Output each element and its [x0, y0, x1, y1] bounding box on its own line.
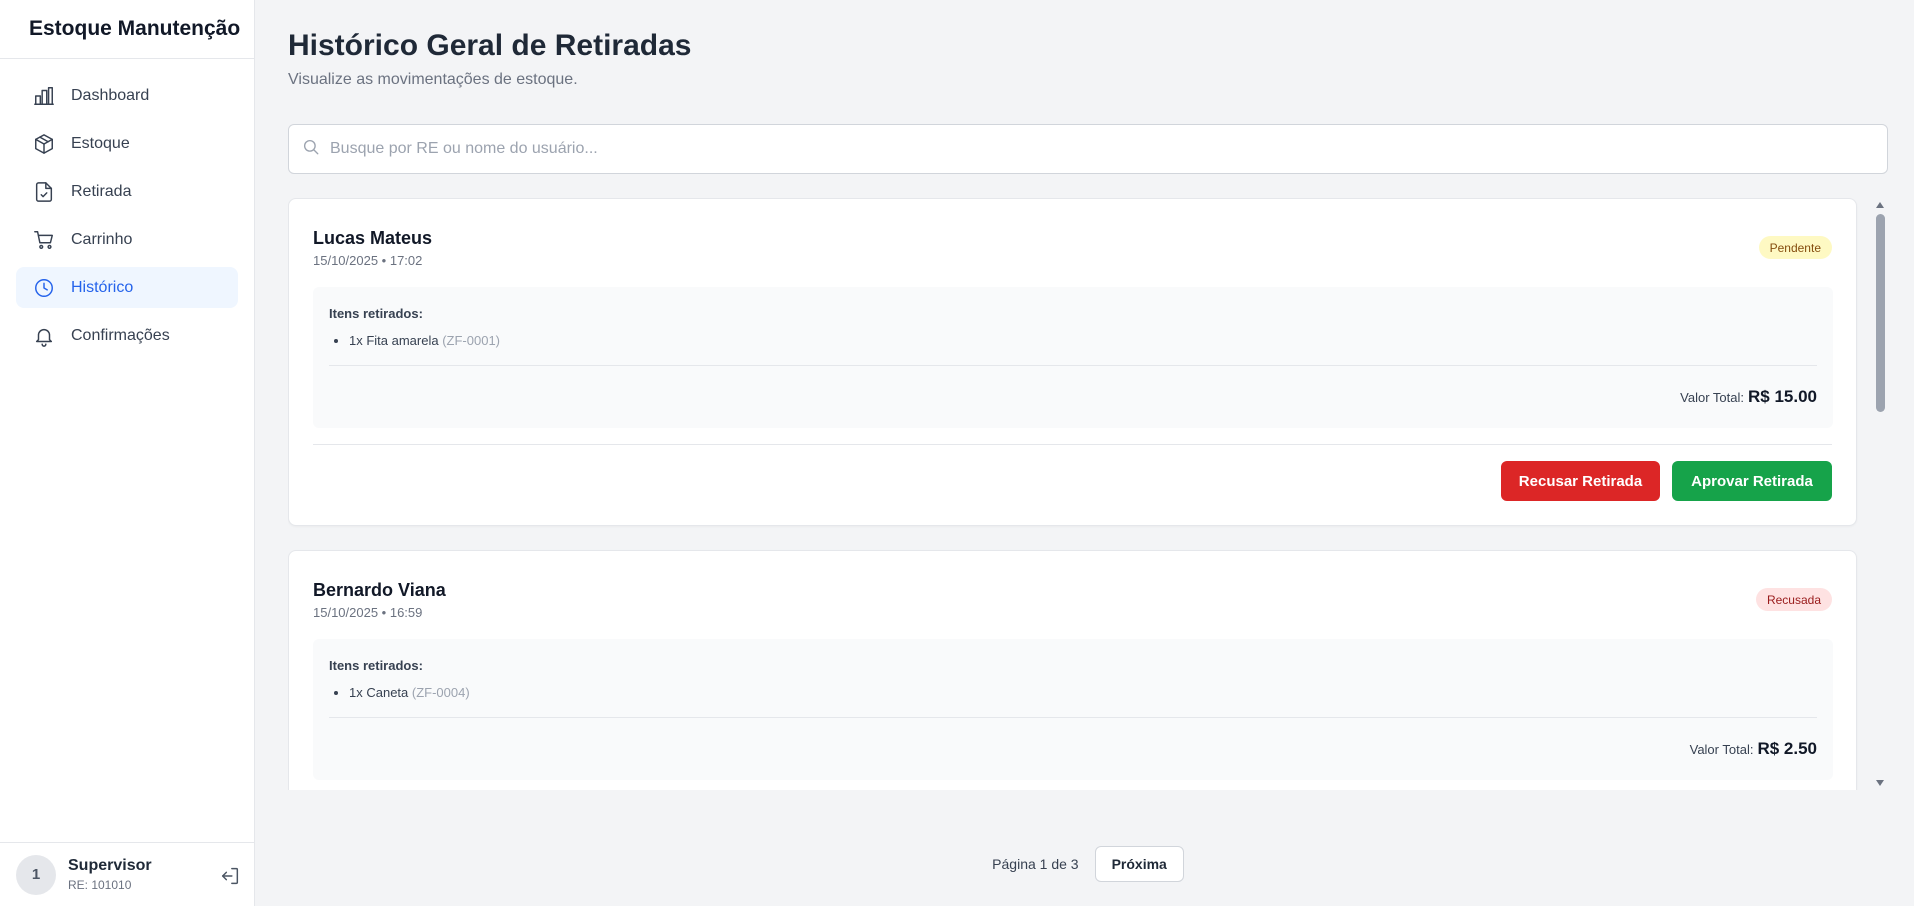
items-panel: Itens retirados: 1x Caneta (ZF-0004) Val…: [313, 639, 1833, 780]
withdrawal-card: Lucas Mateus 15/10/2025 • 17:02 Pendente…: [288, 198, 1857, 526]
user-re: RE: 101010: [68, 878, 132, 892]
avatar: 1: [16, 854, 56, 895]
items-panel: Itens retirados: 1x Fita amarela (ZF-000…: [313, 287, 1833, 428]
status-badge: Pendente: [1758, 236, 1832, 259]
scrollbar-thumb[interactable]: [1876, 214, 1885, 412]
sidebar-item-label: Confirmações: [71, 326, 170, 344]
refuse-button[interactable]: Recusar Retirada: [1501, 461, 1660, 501]
logout-icon[interactable]: [219, 865, 241, 887]
sidebar: Estoque Manutenção Dashboard Estoque Ret…: [0, 0, 255, 906]
scroll-down-icon[interactable]: [1876, 780, 1884, 786]
search-bar: [288, 124, 1888, 174]
item-code: (ZF-0004): [411, 685, 470, 700]
sidebar-item-label: Histórico: [71, 278, 134, 296]
list-item: 1x Caneta (ZF-0004): [349, 685, 470, 700]
total-row: Valor Total: R$ 15.00: [1680, 387, 1817, 407]
sidebar-item-carrinho[interactable]: Carrinho: [16, 219, 238, 260]
card-user-name: Bernardo Viana: [313, 580, 446, 600]
item-code: (ZF-0001): [442, 333, 501, 348]
file-check-icon: [33, 181, 55, 203]
scrollbar[interactable]: [1872, 198, 1888, 790]
next-page-button[interactable]: Próxima: [1094, 846, 1184, 882]
withdrawal-list[interactable]: Lucas Mateus 15/10/2025 • 17:02 Pendente…: [288, 198, 1888, 790]
box-icon: [33, 133, 55, 155]
total-amount: R$ 2.50: [1757, 739, 1817, 758]
bell-icon: [33, 325, 55, 347]
sidebar-item-dashboard[interactable]: Dashboard: [16, 75, 238, 116]
user-info: Supervisor RE: 101010: [68, 857, 152, 892]
items-list: 1x Caneta (ZF-0004): [349, 685, 470, 700]
card-date: 15/10/2025 • 17:02: [313, 253, 423, 268]
total-label: Valor Total:: [1689, 742, 1754, 757]
cart-icon: [33, 229, 55, 251]
total-label: Valor Total:: [1680, 390, 1744, 405]
withdrawal-card: Bernardo Viana 15/10/2025 • 16:59 Recusa…: [288, 550, 1857, 790]
items-list: 1x Fita amarela (ZF-0001): [349, 333, 500, 348]
card-user-name: Lucas Mateus: [313, 228, 433, 248]
page-subtitle: Visualize as movimentações de estoque.: [288, 71, 578, 88]
sidebar-item-label: Retirada: [71, 182, 132, 200]
total-amount: R$ 15.00: [1748, 387, 1817, 406]
sidebar-item-historico[interactable]: Histórico: [16, 267, 238, 308]
page-info: Página 1 de 3: [992, 856, 1079, 872]
search-icon: [302, 138, 320, 161]
sidebar-item-estoque[interactable]: Estoque: [16, 123, 238, 164]
sidebar-item-label: Carrinho: [71, 230, 133, 248]
pagination: Página 1 de 3 Próxima: [288, 846, 1888, 882]
total-row: Valor Total: R$ 2.50: [1690, 739, 1817, 759]
sidebar-item-label: Dashboard: [71, 86, 150, 104]
list-item: 1x Fita amarela (ZF-0001): [349, 333, 500, 348]
divider: [329, 365, 1817, 366]
item-text: 1x Caneta: [349, 685, 409, 700]
sidebar-item-retirada[interactable]: Retirada: [16, 171, 238, 212]
clock-icon: [33, 277, 55, 299]
user-name: Supervisor: [68, 857, 152, 874]
sidebar-nav: Dashboard Estoque Retirada Carrinho Hist…: [0, 59, 254, 356]
card-date: 15/10/2025 • 16:59: [313, 605, 423, 620]
items-label: Itens retirados:: [329, 306, 423, 321]
app-title: Estoque Manutenção: [0, 0, 254, 59]
sidebar-item-label: Estoque: [71, 134, 130, 152]
status-badge: Recusada: [1755, 588, 1832, 611]
user-panel: 1 Supervisor RE: 101010: [0, 842, 255, 906]
items-label: Itens retirados:: [329, 658, 423, 673]
divider: [313, 444, 1832, 445]
divider: [329, 717, 1817, 718]
search-input[interactable]: [330, 140, 1887, 158]
scroll-up-icon[interactable]: [1876, 202, 1884, 208]
sidebar-item-confirmacoes[interactable]: Confirmações: [16, 315, 238, 356]
bar-chart-icon: [33, 85, 55, 107]
page-title: Histórico Geral de Retiradas: [288, 29, 692, 62]
item-text: 1x Fita amarela: [349, 333, 439, 348]
approve-button[interactable]: Aprovar Retirada: [1672, 461, 1832, 501]
